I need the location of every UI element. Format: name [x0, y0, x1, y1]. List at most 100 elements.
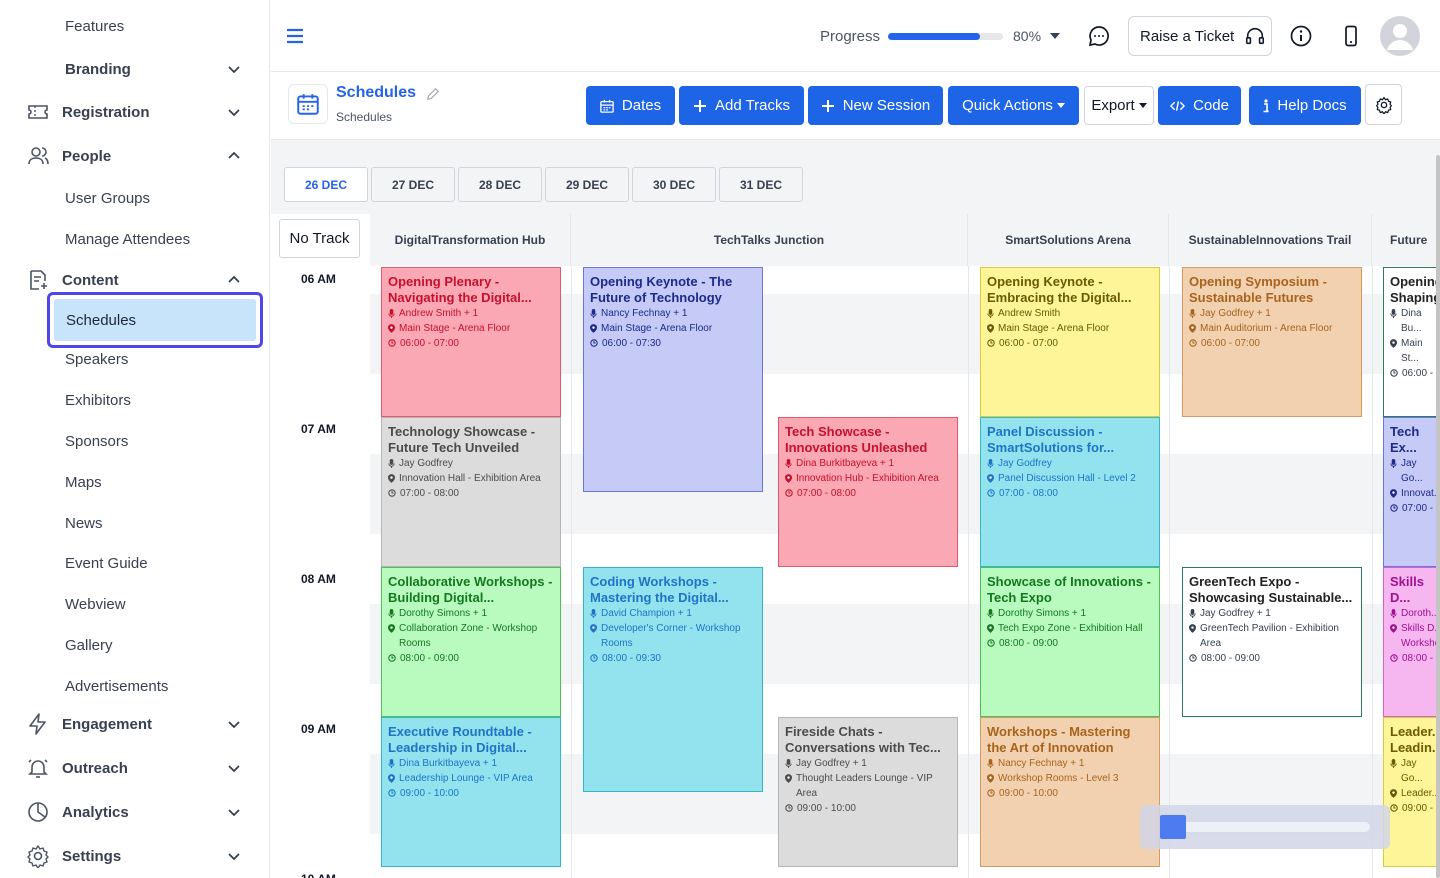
sidebar-item-news[interactable]: News — [0, 503, 269, 543]
horizontal-scroll-slider[interactable] — [1140, 805, 1390, 849]
session-card[interactable]: Coding Workshops - Mastering the Digital… — [583, 567, 763, 792]
sidebar-item-advertisements[interactable]: Advertisements — [0, 666, 269, 706]
track-header[interactable]: TechTalks Junction — [571, 214, 968, 266]
session-time-text: 08:00 - 09:00 — [400, 653, 459, 664]
session-speaker: Dorothy Simons + 1 — [987, 606, 1153, 621]
session-title: Tech Ex... Workfo... — [1390, 424, 1420, 455]
session-card[interactable]: Skills D... Worksh... Doroth... Skills D..… — [1383, 567, 1440, 717]
sidebar-item-gallery[interactable]: Gallery — [0, 625, 269, 665]
sidebar-item-event-guide[interactable]: Event Guide — [0, 543, 269, 583]
session-card[interactable]: Technology Showcase - Future Tech Unveil… — [381, 417, 561, 567]
sidebar-item-label: Outreach — [62, 759, 128, 777]
session-card[interactable]: Opening Symposium - Sustainable Futures J… — [1182, 267, 1362, 417]
vertical-scrollbar[interactable] — [1436, 155, 1440, 878]
sidebar-item-branding[interactable]: Branding — [0, 49, 269, 89]
session-speaker-text: Jay Godfrey — [998, 458, 1052, 469]
clock-icon — [987, 639, 995, 647]
info-icon[interactable] — [1288, 23, 1314, 49]
new-session-button[interactable]: New Session — [808, 86, 943, 125]
sidebar-item-manage-attendees[interactable]: Manage Attendees — [0, 219, 269, 259]
session-time-text: 08:00 - 09:30 — [602, 653, 661, 664]
sidebar-item-analytics[interactable]: Analytics — [0, 792, 269, 832]
help-docs-button[interactable]: Help Docs — [1249, 86, 1361, 125]
dates-button[interactable]: Dates — [586, 86, 675, 125]
sidebar-item-people[interactable]: People — [0, 136, 269, 176]
quick-actions-button[interactable]: Quick Actions — [948, 86, 1079, 125]
sidebar-item-engagement[interactable]: Engagement — [0, 704, 269, 744]
session-location-text: GreenTech Pavilion - Exhibition Area — [1200, 623, 1339, 649]
clock-icon — [987, 339, 995, 347]
session-time: 08:00 - 09:30 — [590, 651, 756, 666]
raise-ticket-label: Raise a Ticket — [1140, 27, 1235, 45]
session-card[interactable]: Panel Discussion - SmartSolutions for...… — [980, 417, 1160, 567]
sidebar-item-features[interactable]: Features — [0, 6, 269, 46]
sidebar-item-webview[interactable]: Webview — [0, 584, 269, 624]
session-card[interactable]: Opening... Shaping... Dina Bu... Main St..… — [1383, 267, 1440, 417]
edit-pencil-icon[interactable] — [426, 87, 440, 101]
session-speaker: Jay Go... — [1390, 456, 1436, 486]
date-tab[interactable]: 28 DEC — [458, 167, 542, 202]
chat-icon[interactable] — [1086, 23, 1112, 49]
session-location-text: Panel Discussion Hall - Level 2 — [998, 473, 1136, 484]
session-time: 06:00 - — [1390, 366, 1436, 381]
mobile-icon[interactable] — [1338, 23, 1364, 49]
sidebar-item-maps[interactable]: Maps — [0, 462, 269, 502]
session-card[interactable]: Tech Ex... Workfo... Jay Go... Innovat... 0… — [1383, 417, 1440, 567]
sidebar-item-exhibitors[interactable]: Exhibitors — [0, 380, 269, 420]
sidebar-item-sponsors[interactable]: Sponsors — [0, 421, 269, 461]
session-card[interactable]: Opening Keynote - The Future of Technolo… — [583, 267, 763, 492]
session-location: Main Auditorium - Arena Floor — [1189, 321, 1355, 336]
sidebar-item-user-groups[interactable]: User Groups — [0, 178, 269, 218]
no-track-button[interactable]: No Track — [279, 219, 360, 258]
session-location: Workshop Rooms - Level 3 — [987, 771, 1153, 786]
session-card[interactable]: GreenTech Expo - Showcasing Sustainable.… — [1182, 567, 1362, 717]
session-time-text: 07:00 - 08:00 — [797, 488, 856, 499]
location-pin-icon — [1390, 339, 1397, 348]
clock-icon — [590, 339, 598, 347]
session-time: 06:00 - 07:30 — [590, 336, 756, 351]
session-card[interactable]: Showcase of Innovations - Tech Expo Dorot… — [980, 567, 1160, 717]
track-header[interactable]: SustainableInnovations Trail — [1169, 214, 1372, 266]
session-title: Executive Roundtable - Leadership in Dig… — [388, 724, 532, 755]
session-card[interactable]: Fireside Chats - Conversations with Tec.… — [778, 717, 958, 867]
track-header[interactable]: SmartSolutions Arena — [968, 214, 1169, 266]
track-header[interactable]: Future — [1372, 214, 1440, 266]
session-location-text: Leadership Lounge - VIP Area — [399, 773, 533, 784]
code-button[interactable]: Code — [1158, 86, 1241, 125]
avatar[interactable] — [1380, 16, 1420, 56]
session-card[interactable]: Leader... Leadin... Jay Go... Leader... 09:… — [1383, 717, 1440, 867]
hamburger-menu-icon[interactable] — [285, 26, 305, 46]
track-header[interactable]: DigitalTransformation Hub — [370, 214, 571, 266]
raise-ticket-button[interactable]: Raise a Ticket — [1128, 16, 1272, 56]
session-title: Opening Plenary - Navigating the Digital… — [388, 274, 532, 305]
session-card[interactable]: Tech Showcase - Innovations Unleashed Din… — [778, 417, 958, 567]
add-tracks-button[interactable]: Add Tracks — [679, 86, 804, 125]
sidebar-item-speakers[interactable]: Speakers — [0, 339, 269, 379]
sidebar-item-registration[interactable]: Registration — [0, 92, 269, 132]
date-tab[interactable]: 30 DEC — [632, 167, 716, 202]
sidebar-item-outreach[interactable]: Outreach — [0, 748, 269, 788]
session-location-text: Main Auditorium - Arena Floor — [1200, 323, 1333, 334]
session-speaker: Dina Burkitbayeva + 1 — [785, 456, 951, 471]
date-tab[interactable]: 31 DEC — [719, 167, 803, 202]
slider-handle[interactable] — [1160, 815, 1186, 839]
session-card[interactable]: Opening Keynote - Embracing the Digital.… — [980, 267, 1160, 417]
date-tab[interactable]: 26 DEC — [284, 167, 368, 202]
schedule-settings-button[interactable] — [1365, 84, 1402, 125]
date-tab[interactable]: 27 DEC — [371, 167, 455, 202]
session-card[interactable]: Workshops - Mastering the Art of Innovat… — [980, 717, 1160, 867]
sidebar-item-settings[interactable]: Settings — [0, 836, 269, 876]
export-button[interactable]: Export — [1084, 86, 1154, 125]
topbar: Progress 80% Raise a Ticket — [271, 0, 1440, 72]
date-tab[interactable]: 29 DEC — [545, 167, 629, 202]
page-title: Schedules — [336, 84, 417, 101]
session-card[interactable]: Collaborative Workshops - Building Digit… — [381, 567, 561, 717]
session-speaker: David Champion + 1 — [590, 606, 756, 621]
chevron-down-icon — [228, 809, 240, 817]
session-location: Skills D... Worksho... — [1390, 621, 1440, 651]
progress-dropdown-caret[interactable] — [1050, 33, 1060, 39]
session-card[interactable]: Executive Roundtable - Leadership in Dig… — [381, 717, 561, 867]
export-button-label: Export — [1091, 97, 1135, 114]
location-pin-icon — [388, 774, 395, 783]
session-card[interactable]: Opening Plenary - Navigating the Digital… — [381, 267, 561, 417]
